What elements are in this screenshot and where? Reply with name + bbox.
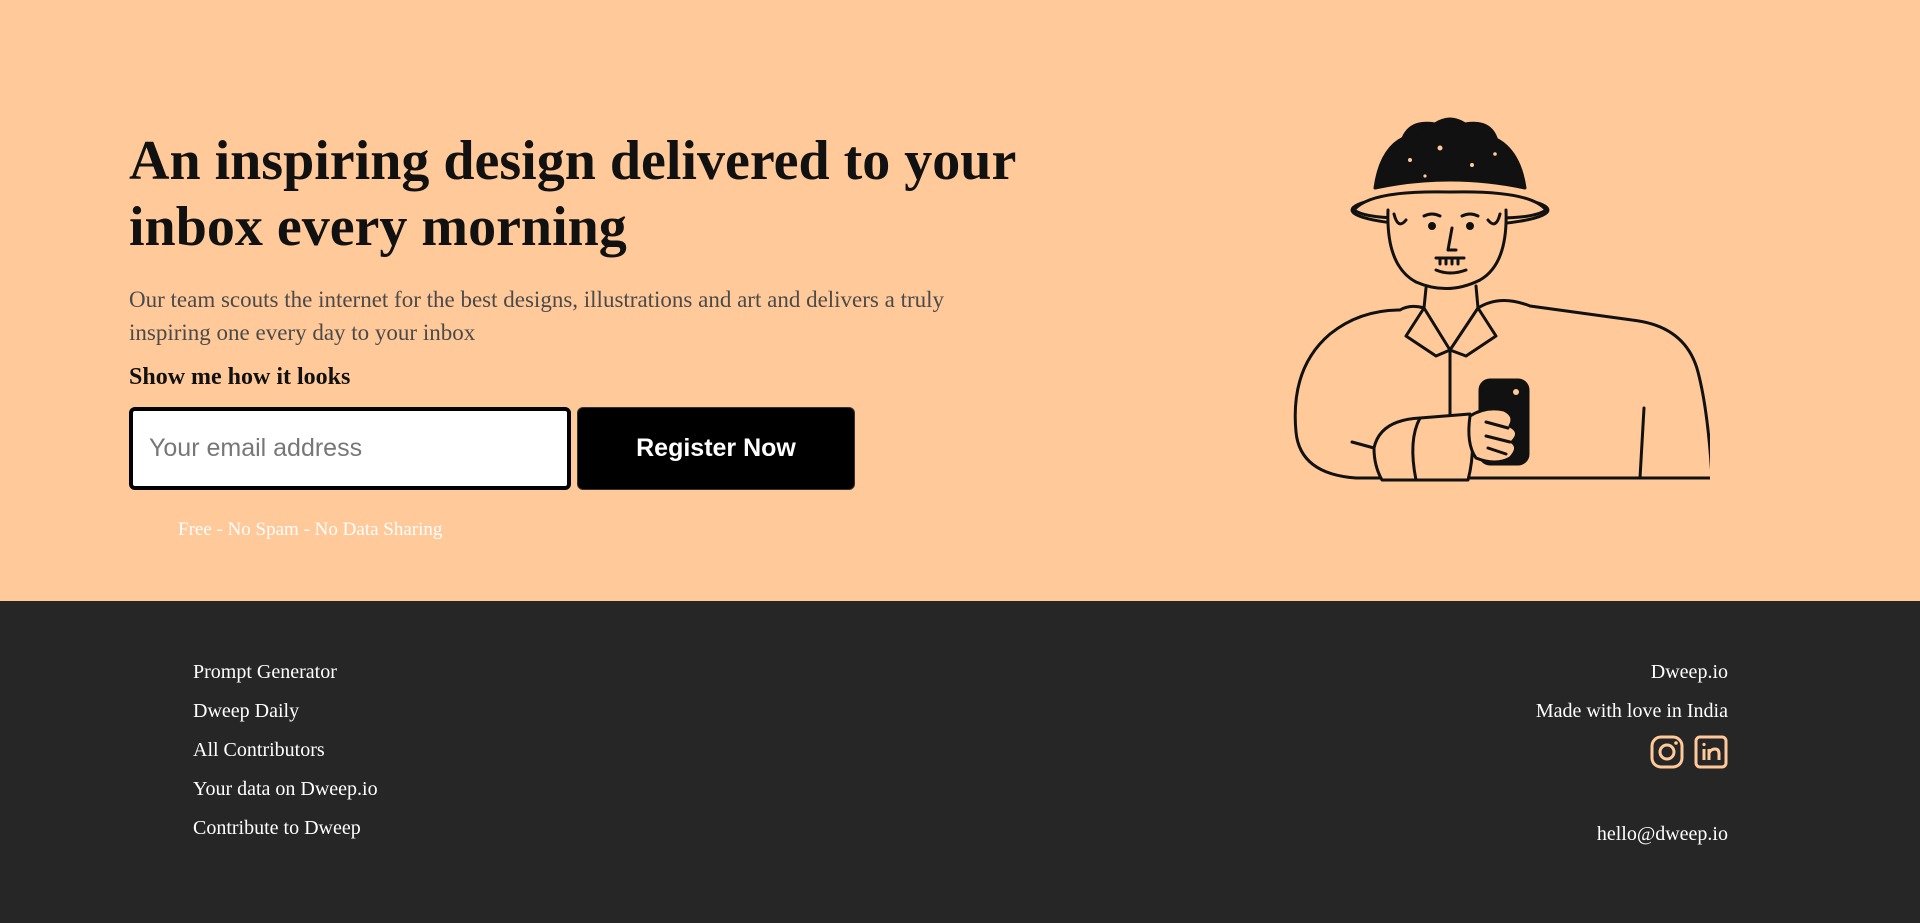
your-data-link[interactable]: Your data on Dweep.io <box>193 778 378 800</box>
footer-tagline: Made with love in India <box>1535 700 1728 722</box>
contribute-link[interactable]: Contribute to Dweep <box>193 817 361 839</box>
footer-link-item: Contribute to Dweep <box>193 813 378 852</box>
footer-link-item: Dweep Daily <box>193 696 378 735</box>
all-contributors-link[interactable]: All Contributors <box>193 739 325 761</box>
footer-brand[interactable]: Dweep.io <box>1536 657 1728 696</box>
hero-section: An inspiring design delivered to your in… <box>0 0 1920 601</box>
man-with-hat-holding-phone-illustration <box>1293 117 1710 482</box>
footer-link-item: All Contributors <box>193 735 378 774</box>
hero-description: Our team scouts the internet for the bes… <box>129 287 945 345</box>
site-footer: Prompt Generator Dweep Daily All Contrib… <box>0 601 1920 923</box>
register-button[interactable]: Register Now <box>577 407 855 490</box>
fine-print: Free - No Spam - No Data Sharing <box>178 519 443 540</box>
email-input[interactable] <box>129 407 571 490</box>
cta-label: Show me how it looks <box>129 364 351 390</box>
social-links <box>1536 735 1728 769</box>
linkedin-icon[interactable] <box>1694 735 1728 769</box>
footer-brand-block: Dweep.io Made with love in India <box>1536 657 1728 769</box>
contact-email[interactable]: hello@dweep.io <box>1597 819 1728 849</box>
hero-title: An inspiring design delivered to your in… <box>129 130 1016 258</box>
dweep-daily-link[interactable]: Dweep Daily <box>193 700 299 722</box>
prompt-generator-link[interactable]: Prompt Generator <box>193 661 337 683</box>
instagram-icon[interactable] <box>1650 735 1684 769</box>
footer-link-item: Your data on Dweep.io <box>193 774 378 813</box>
footer-links: Prompt Generator Dweep Daily All Contrib… <box>193 657 378 852</box>
footer-link-item: Prompt Generator <box>193 657 378 696</box>
